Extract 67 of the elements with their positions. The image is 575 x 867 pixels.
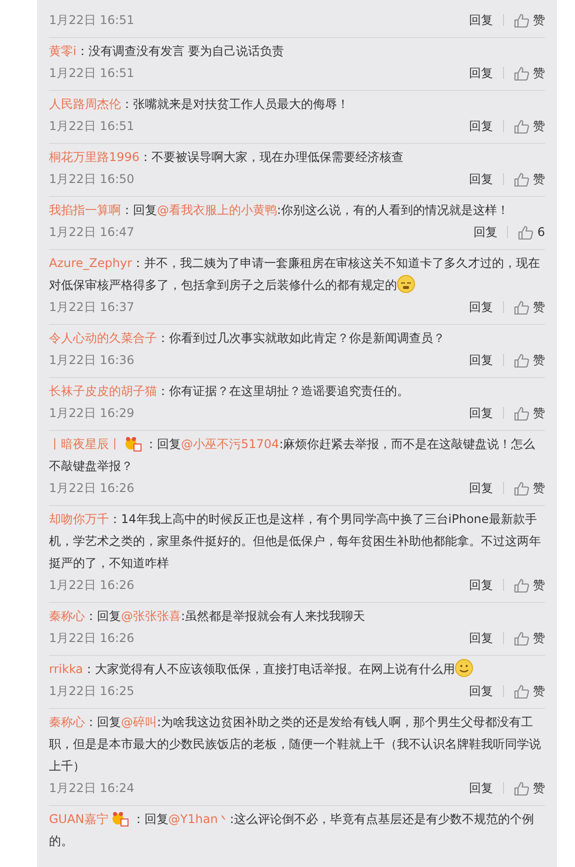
comment-time: 1月22日 16:37 [49,299,134,316]
comment-text: 我掐指一算啊：回复@看我衣服上的小黄鸭:你别这么说，有的人看到的情况就是这样！ [49,202,510,219]
reply-link[interactable]: 回复 [473,223,498,241]
comment-time: 1月22日 16:26 [49,480,134,497]
comment-time: 1月22日 16:29 [49,405,134,422]
comment-time: 1月22日 16:25 [49,683,134,700]
reply-link[interactable]: 回复 [469,576,493,594]
like-button[interactable]: 赞 [514,682,545,700]
comment-text: 长袜子皮皮的胡子猫：你有证据？在这里胡扯？造谣要追究责任的。 [49,383,410,400]
thumbs-up-icon [514,352,529,368]
comment-text: 丨暗夜星辰丨 ：回复@小巫不污51704:麻烦你赶紧去举报，而不是在这敲键盘说！怎么不敲键盘举报？ [49,435,536,475]
comment-text: rrikka：大家觉得有人不应该领取低保，直接打电话举报。在网上说有什么用 [49,658,545,680]
thumbs-up-icon [514,684,529,698]
thumbs-up-icon [514,780,529,796]
thumbs-up-icon [514,406,529,420]
comment-time: 1月22日 16:26 [49,630,134,647]
comment-text: 人民路周杰伦：张嘴就来是对扶贫工作人员最大的侮辱！ [49,96,350,113]
reply-link[interactable]: 回复 [469,351,493,369]
thumbs-up-icon [518,224,534,240]
reply-link[interactable]: 回复 [469,682,493,700]
like-button[interactable]: 赞 [514,779,545,797]
reply-link[interactable]: 回复 [469,117,493,135]
comment-time: 1月22日 16:51 [49,12,134,29]
comment-text: 黄零i：没有调查没有发言 要为自己说话负责 [49,43,286,60]
thumbs-up-icon [514,630,529,646]
like-button[interactable]: 赞 [514,11,545,29]
comment-time: 1月22日 16:26 [49,577,134,594]
reply-link[interactable]: 回复 [469,404,493,422]
comment-time: 1月22日 16:51 [49,118,134,135]
thumbs-up-icon [514,118,529,134]
comment-time: 1月22日 16:36 [49,352,134,369]
reply-link[interactable]: 回复 [469,298,493,316]
like-button[interactable]: 赞 [514,404,545,422]
like-button[interactable]: 赞 [514,351,545,369]
comment-time: 1月22日 16:47 [49,224,134,241]
comment-text: 秦称心：回复@碎叫:为啥我这边贫困补助之类的还是发给有钱人啊，那个男生父母都没有工职，但是是本市最大的少数民族饭店的老板，随便一个鞋就上千（我不认识名牌鞋我听同学说上千） [49,714,542,775]
like-button[interactable]: 赞 [514,64,545,82]
thumbs-up-icon [514,172,529,186]
like-button[interactable]: 赞 [514,479,545,497]
comment-time: 1月22日 16:50 [49,171,134,188]
thumbs-up-icon [514,300,529,314]
reply-link[interactable]: 回复 [469,479,493,497]
thumbs-up-icon [514,12,529,28]
comment-text: GUAN嘉宁 ：回复@Y1han丶:这么评论倒不必，毕竟有点基层还是有少数不规范的个例的。 [49,810,535,850]
reply-link[interactable]: 回复 [469,629,493,647]
reply-link[interactable]: 回复 [469,11,493,29]
comment-time: 1月22日 16:24 [49,780,134,797]
comment-text: 桐花万里路1996：不要被误导啊大家，现在办理低保需要经济核查 [49,149,405,166]
thumbs-up-icon [514,480,529,496]
comment-time: 1月22日 16:51 [49,65,134,82]
thumbs-up-icon [514,578,529,592]
like-button[interactable]: 赞 [514,170,545,188]
like-button[interactable]: 赞 [514,117,545,135]
like-button[interactable]: 赞 [514,576,545,594]
like-button[interactable]: 6 [518,223,545,241]
like-button[interactable]: 赞 [514,298,545,316]
thumbs-up-icon [514,66,529,80]
comment-text: 秦称心：回复@张张张喜:虽然都是举报就会有人来找我聊天 [49,608,366,625]
emoji-icon [455,659,474,677]
like-button[interactable]: 赞 [514,629,545,647]
comment-text: Azure_Zephyr：并不，我二姨为了申请一套廉租房在审核这关不知道卡了多久才过的，现在对低保审核严格得多了，包括拿到房子之后装修什么的都有规定的 [49,255,542,295]
reply-link[interactable]: 回复 [469,64,493,82]
reply-link[interactable]: 回复 [469,779,493,797]
comment-text: 令人心动的久菜合子：你看到过几次事实就敢如此肯定？你是新闻调查员？ [49,330,446,347]
reply-link[interactable]: 回复 [469,170,493,188]
emoji-icon [397,275,415,293]
comment-text: 却吻你万千：14年我上高中的时候反正也是这样，有个男同学高中换了三台iPhone最新款手机，学艺术之类的，家里条件挺好的。但他是低保户，每年贫困生补助他都能拿。不过这两年挺严的了，不知道咋样 [49,511,542,572]
